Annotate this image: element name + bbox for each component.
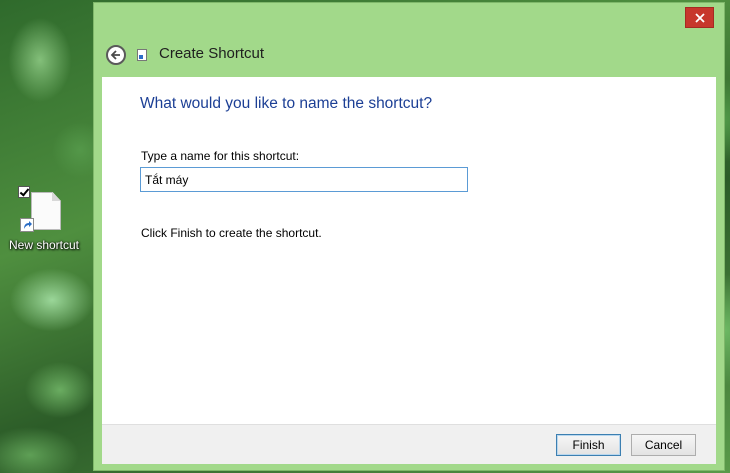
- desktop-background: New shortcut Create Shortcut What would …: [0, 0, 730, 473]
- file-fold: [52, 192, 61, 201]
- close-button[interactable]: [685, 7, 714, 28]
- selection-checkbox[interactable]: [18, 186, 30, 198]
- shortcut-arrow-icon: [20, 218, 34, 232]
- shortcut-icon: [137, 49, 147, 61]
- back-button[interactable]: [106, 45, 126, 65]
- wizard-content: What would you like to name the shortcut…: [102, 77, 716, 424]
- desktop-icon-new-shortcut[interactable]: New shortcut: [4, 186, 84, 258]
- page-heading: What would you like to name the shortcut…: [140, 95, 433, 112]
- finish-button[interactable]: Finish: [556, 434, 621, 456]
- desktop-icon-label: New shortcut: [8, 238, 80, 252]
- finish-instruction: Click Finish to create the shortcut.: [141, 226, 322, 240]
- dialog-title: Create Shortcut: [159, 45, 265, 62]
- close-icon: [694, 12, 705, 23]
- create-shortcut-dialog: Create Shortcut What would you like to n…: [93, 2, 725, 471]
- wizard-header: Create Shortcut: [94, 33, 724, 73]
- button-bar: Finish Cancel: [102, 424, 716, 464]
- back-arrow-icon: [110, 50, 120, 60]
- name-field-label: Type a name for this shortcut:: [141, 149, 300, 163]
- shortcut-name-input[interactable]: [140, 167, 468, 192]
- cancel-button[interactable]: Cancel: [631, 434, 696, 456]
